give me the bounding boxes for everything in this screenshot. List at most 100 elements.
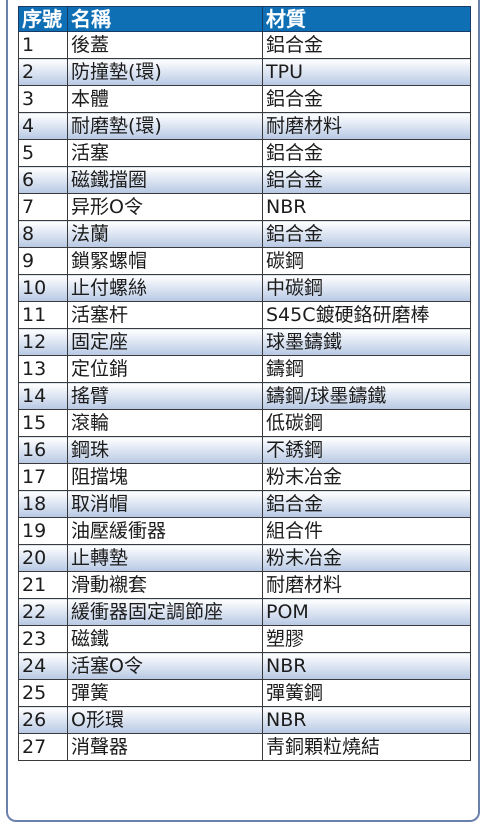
cell-material: 鋁合金 (262, 31, 471, 59)
cell-number: 8 (18, 220, 68, 248)
cell-number: 3 (18, 85, 68, 113)
cell-number: 10 (18, 274, 68, 302)
cell-material: 耐磨材料 (262, 112, 471, 140)
cell-number: 26 (18, 706, 68, 734)
table-row: 4 耐磨墊(環) 耐磨材料 (18, 112, 471, 140)
cell-name: 耐磨墊(環) (67, 112, 263, 140)
cell-material: 鋁合金 (262, 85, 471, 113)
header-name: 名稱 (67, 6, 263, 32)
table-row: 7 异形O令 NBR (18, 193, 471, 221)
cell-name: 法蘭 (67, 220, 263, 248)
cell-name: 後蓋 (67, 31, 263, 59)
table-row: 2 防撞墊(環) TPU (18, 58, 471, 86)
cell-name: 消聲器 (67, 733, 263, 761)
parts-table: 序號 名稱 材質 1 後蓋 鋁合金 2 防撞墊(環) TPU 3 本體 鋁合金 4 耐磨墊(環) 耐磨… (18, 6, 471, 761)
cell-name: 定位銷 (67, 355, 263, 383)
table-row: 22 緩衝器固定調節座 POM (18, 598, 471, 626)
cell-name: 磁鐵 (67, 625, 263, 653)
cell-material: POM (262, 598, 471, 626)
cell-material: 組合件 (262, 517, 471, 545)
cell-name: 止付螺絲 (67, 274, 263, 302)
cell-number: 14 (18, 382, 68, 410)
cell-name: 固定座 (67, 328, 263, 356)
table-row: 8 法蘭 鋁合金 (18, 220, 471, 248)
cell-name: 止轉墊 (67, 544, 263, 572)
table-row: 10 止付螺絲 中碳鋼 (18, 274, 471, 302)
cell-number: 9 (18, 247, 68, 275)
table-row: 9 鎖緊螺帽 碳鋼 (18, 247, 471, 275)
table-row: 19 油壓緩衝器 組合件 (18, 517, 471, 545)
cell-name: 彈簧 (67, 679, 263, 707)
cell-name: 异形O令 (67, 193, 263, 221)
cell-material: NBR (262, 193, 471, 221)
cell-number: 27 (18, 733, 68, 761)
cell-material: 耐磨材料 (262, 571, 471, 599)
table-row: 13 定位銷 鑄鋼 (18, 355, 471, 383)
cell-number: 16 (18, 436, 68, 464)
cell-number: 25 (18, 679, 68, 707)
cell-name: 鎖緊螺帽 (67, 247, 263, 275)
cell-material: TPU (262, 58, 471, 86)
cell-name: 磁鐵擋圈 (67, 166, 263, 194)
cell-material: 鋁合金 (262, 166, 471, 194)
cell-number: 1 (18, 31, 68, 59)
table-row: 6 磁鐵擋圈 鋁合金 (18, 166, 471, 194)
cell-number: 12 (18, 328, 68, 356)
cell-material: NBR (262, 706, 471, 734)
cell-material: 粉末冶金 (262, 463, 471, 491)
cell-name: 滑動襯套 (67, 571, 263, 599)
table-row: 27 消聲器 靑銅顆粒燒結 (18, 733, 471, 761)
table-row: 1 後蓋 鋁合金 (18, 31, 471, 59)
table-row: 11 活塞杆 S45C鍍硬鉻研磨棒 (18, 301, 471, 329)
cell-number: 22 (18, 598, 68, 626)
table-row: 23 磁鐵 塑膠 (18, 625, 471, 653)
cell-material: 鑄鋼 (262, 355, 471, 383)
cell-name: O形環 (67, 706, 263, 734)
cell-material: S45C鍍硬鉻研磨棒 (262, 301, 471, 329)
cell-material: 球墨鑄鐵 (262, 328, 471, 356)
cell-material: 塑膠 (262, 625, 471, 653)
cell-number: 21 (18, 571, 68, 599)
table-header-row: 序號 名稱 材質 (18, 6, 471, 32)
cell-number: 17 (18, 463, 68, 491)
cell-number: 24 (18, 652, 68, 680)
cell-name: 本體 (67, 85, 263, 113)
cell-material: 彈簧鋼 (262, 679, 471, 707)
cell-number: 20 (18, 544, 68, 572)
cell-material: 靑銅顆粒燒結 (262, 733, 471, 761)
cell-number: 11 (18, 301, 68, 329)
cell-name: 緩衝器固定調節座 (67, 598, 263, 626)
cell-number: 23 (18, 625, 68, 653)
cell-material: 不銹鋼 (262, 436, 471, 464)
table-row: 25 彈簧 彈簧鋼 (18, 679, 471, 707)
cell-name: 油壓緩衝器 (67, 517, 263, 545)
table-row: 12 固定座 球墨鑄鐵 (18, 328, 471, 356)
cell-number: 13 (18, 355, 68, 383)
table-row: 5 活塞 鋁合金 (18, 139, 471, 167)
cell-material: 粉末冶金 (262, 544, 471, 572)
cell-number: 15 (18, 409, 68, 437)
cell-name: 阻擋塊 (67, 463, 263, 491)
cell-name: 滾輪 (67, 409, 263, 437)
header-number: 序號 (18, 6, 68, 32)
cell-material: 碳鋼 (262, 247, 471, 275)
cell-number: 2 (18, 58, 68, 86)
table-row: 15 滾輪 低碳鋼 (18, 409, 471, 437)
cell-name: 活塞 (67, 139, 263, 167)
cell-number: 5 (18, 139, 68, 167)
cell-material: 鋁合金 (262, 220, 471, 248)
table-row: 16 鋼珠 不銹鋼 (18, 436, 471, 464)
cell-material: NBR (262, 652, 471, 680)
cell-name: 鋼珠 (67, 436, 263, 464)
cell-name: 防撞墊(環) (67, 58, 263, 86)
table-row: 17 阻擋塊 粉末冶金 (18, 463, 471, 491)
table-row: 26 O形環 NBR (18, 706, 471, 734)
cell-number: 4 (18, 112, 68, 140)
cell-number: 6 (18, 166, 68, 194)
header-material: 材質 (262, 6, 471, 32)
table-row: 24 活塞O令 NBR (18, 652, 471, 680)
cell-material: 鋁合金 (262, 139, 471, 167)
table-row: 20 止轉墊 粉末冶金 (18, 544, 471, 572)
cell-material: 鋁合金 (262, 490, 471, 518)
table-row: 18 取消帽 鋁合金 (18, 490, 471, 518)
